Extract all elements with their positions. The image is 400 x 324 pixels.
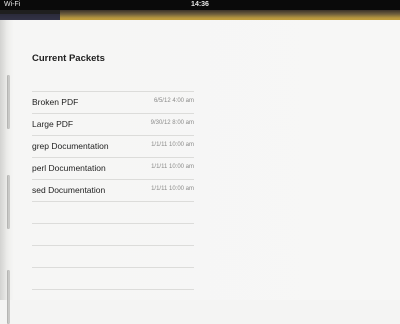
page-left-edge — [0, 20, 12, 324]
packet-date: 1/1/11 10:00 am — [151, 142, 194, 148]
packet-name: Large PDF — [32, 119, 74, 129]
empty-row-divider — [32, 267, 194, 289]
packet-row[interactable]: grep Documentation 1/1/11 10:00 am — [32, 135, 194, 157]
packet-row[interactable]: sed Documentation 1/1/11 10:00 am — [32, 179, 194, 201]
packet-name: Broken PDF — [32, 97, 79, 107]
empty-row-divider — [32, 223, 194, 245]
packet-name: perl Documentation — [32, 163, 106, 173]
packet-row[interactable]: perl Documentation 1/1/11 10:00 am — [32, 157, 194, 179]
edge-notch-middle — [7, 175, 10, 229]
packet-name: grep Documentation — [32, 141, 109, 151]
page-title: Current Packets — [32, 53, 105, 64]
empty-row-divider — [32, 289, 194, 311]
packet-date: 1/1/11 10:00 am — [151, 186, 194, 192]
packet-list: Broken PDF 6/5/12 4:00 am Large PDF 9/30/12… — [32, 91, 194, 311]
edge-notch-top — [7, 75, 10, 129]
packet-date: 9/30/12 8:00 am — [150, 120, 194, 126]
edge-notch-bottom — [7, 270, 10, 324]
packet-name: sed Documentation — [32, 185, 106, 195]
packet-row[interactable]: Broken PDF 6/5/12 4:00 am — [32, 91, 194, 113]
packet-row[interactable]: Large PDF 9/30/12 8:00 am — [32, 113, 194, 135]
empty-row-divider — [32, 245, 194, 267]
packets-panel: Current Packets Broken PDF 6/5/12 4:00 am… — [32, 0, 194, 300]
packet-date: 6/5/12 4:00 am — [153, 98, 194, 104]
packet-date: 1/1/11 10:00 am — [151, 164, 194, 170]
empty-row-divider — [32, 201, 194, 223]
